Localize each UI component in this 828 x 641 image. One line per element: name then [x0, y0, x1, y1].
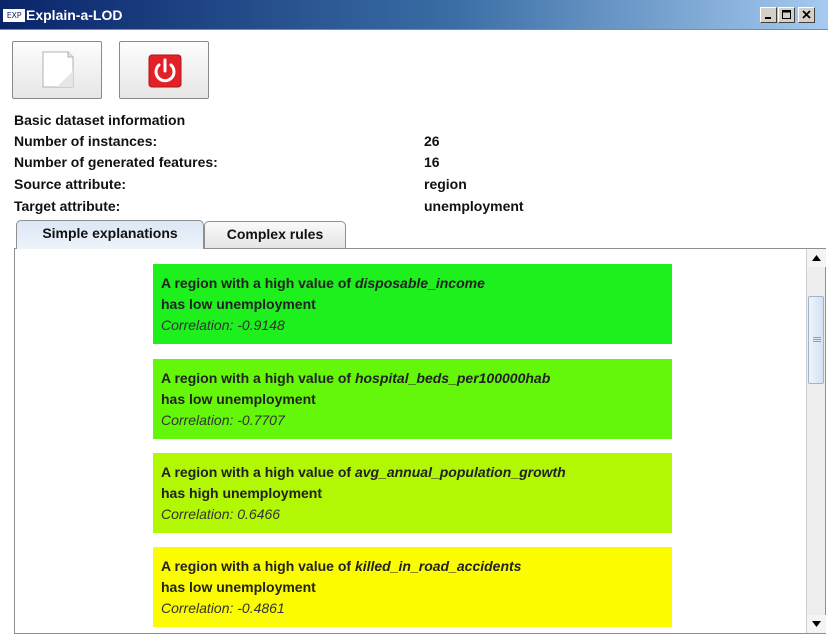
explanation-outcome: has low unemployment: [161, 296, 316, 312]
vertical-scrollbar[interactable]: [806, 249, 826, 633]
explanation-attribute: killed_in_road_accidents: [354, 558, 522, 574]
target-attribute-label: Target attribute:: [14, 198, 121, 214]
tab-simple-explanations[interactable]: Simple explanations: [16, 220, 204, 249]
target-attribute-value: unemployment: [424, 198, 524, 214]
blank-document-icon: [42, 51, 74, 88]
features-value: 16: [424, 154, 440, 170]
explanation-outcome: has high unemployment: [161, 485, 323, 501]
arrow-up-icon: [812, 255, 821, 261]
explanation-prefix: A region with a high value of: [161, 275, 355, 291]
exit-button[interactable]: [119, 41, 209, 99]
source-attribute-label: Source attribute:: [14, 176, 127, 192]
explanation-outcome: has low unemployment: [161, 579, 316, 595]
minimize-button[interactable]: [760, 7, 777, 23]
source-attribute-value: region: [424, 176, 467, 192]
close-button[interactable]: [798, 7, 815, 23]
tab-complex-rules[interactable]: Complex rules: [204, 221, 346, 248]
features-label: Number of generated features:: [14, 154, 218, 170]
app-icon: EXP: [3, 9, 25, 22]
explanation-attribute: hospital_beds_per100000hab: [354, 370, 551, 386]
minimize-icon: [765, 17, 771, 19]
close-icon: [802, 10, 811, 19]
window-title: Explain-a-LOD: [26, 7, 123, 23]
explanation-attribute: disposable_income: [354, 275, 485, 291]
explanation-attribute: avg_annual_population_growth: [354, 464, 566, 480]
explanation-card: A region with a high value of killed_in_…: [153, 547, 672, 627]
explanation-prefix: A region with a high value of: [161, 558, 355, 574]
explanation-prefix: A region with a high value of: [161, 370, 355, 386]
explanation-card: A region with a high value of hospital_b…: [153, 359, 672, 439]
new-button[interactable]: [12, 41, 102, 99]
explanation-correlation: Correlation: 0.6466: [161, 506, 281, 522]
scroll-thumb[interactable]: [808, 296, 824, 384]
explanation-correlation: Correlation: -0.7707: [161, 412, 285, 428]
explanation-correlation: Correlation: -0.9148: [161, 317, 285, 333]
instances-label: Number of instances:: [14, 133, 158, 149]
instances-value: 26: [424, 133, 440, 149]
explanation-correlation: Correlation: -0.4861: [161, 600, 285, 616]
scroll-up-button[interactable]: [807, 249, 826, 267]
explanation-prefix: A region with a high value of: [161, 464, 355, 480]
explanations-panel[interactable]: A region with a high value of disposable…: [14, 248, 826, 634]
explanation-card: A region with a high value of disposable…: [153, 264, 672, 344]
explanation-card: A region with a high value of avg_annual…: [153, 453, 672, 533]
maximize-button[interactable]: [778, 7, 795, 23]
power-icon: [148, 54, 182, 88]
explanation-outcome: has low unemployment: [161, 391, 316, 407]
title-bar: EXP Explain-a-LOD: [0, 0, 828, 30]
scroll-down-button[interactable]: [807, 615, 826, 633]
window-content: Basic dataset information Number of inst…: [0, 30, 828, 641]
arrow-down-icon: [812, 621, 821, 627]
info-heading: Basic dataset information: [14, 112, 186, 128]
maximize-icon: [782, 10, 791, 19]
